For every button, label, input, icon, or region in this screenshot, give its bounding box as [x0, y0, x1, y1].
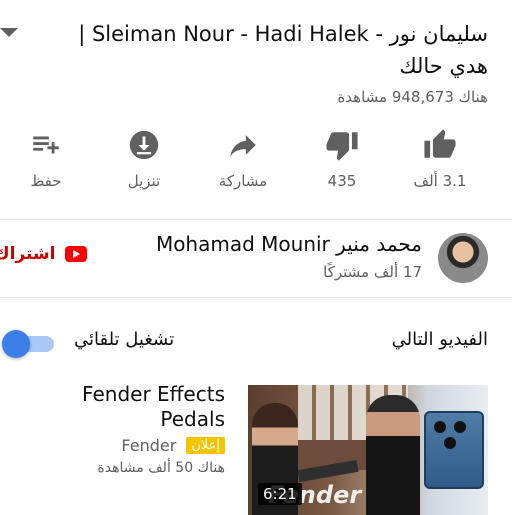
video-title: سليمان نور - Sleiman Nour - Hadi Halek |…	[78, 22, 488, 78]
dislike-count: 435	[327, 172, 357, 190]
share-arrow-icon	[230, 135, 256, 157]
download-label: تنزيل	[127, 172, 161, 190]
channel-name[interactable]: محمد منير Mohamad Mounir	[156, 232, 422, 256]
save-label: حفظ	[30, 172, 62, 190]
download-icon	[129, 130, 159, 160]
subscriber-count: 17 ألف مشتركًا	[323, 263, 422, 281]
pedal-image	[424, 411, 484, 489]
like-count: 3.1 ألف	[413, 172, 467, 190]
autoplay-toggle-knob[interactable]	[2, 330, 30, 358]
next-video-views: هناك 50 ألف مشاهدة	[97, 460, 225, 476]
thumb-down-icon	[326, 132, 358, 161]
next-video-meta: Fender إعلان	[40, 436, 225, 455]
save-button[interactable]: حفظ	[6, 128, 86, 190]
collapse-arrow-icon[interactable]	[0, 28, 18, 37]
playlist-add-icon	[33, 136, 59, 154]
divider	[0, 297, 512, 298]
up-next-label: الفيديو التالي	[391, 329, 488, 350]
share-button[interactable]: مشاركة	[203, 128, 283, 190]
download-button[interactable]: تنزيل	[104, 128, 184, 190]
autoplay-label: تشغيل تلقائي	[74, 329, 175, 350]
dislike-button[interactable]: 435	[302, 128, 382, 190]
channel-avatar[interactable]	[438, 233, 488, 283]
next-video-channel: Fender	[121, 436, 177, 455]
divider	[0, 219, 512, 220]
view-count: هناك 948,673 مشاهدة	[337, 88, 488, 106]
share-label: مشاركة	[218, 172, 268, 190]
subscribe-button[interactable]: اشتراك	[0, 244, 88, 264]
more-options-icon[interactable]	[0, 392, 2, 416]
like-button[interactable]: 3.1 ألف	[400, 128, 480, 190]
video-duration: 6:21	[258, 483, 302, 505]
youtube-logo-icon	[65, 246, 88, 262]
thumb-up-icon	[424, 129, 456, 158]
next-video-title[interactable]: Fender Effects Pedals	[40, 382, 225, 432]
subscribe-label: اشتراك	[0, 244, 56, 264]
ad-badge: إعلان	[186, 437, 225, 454]
